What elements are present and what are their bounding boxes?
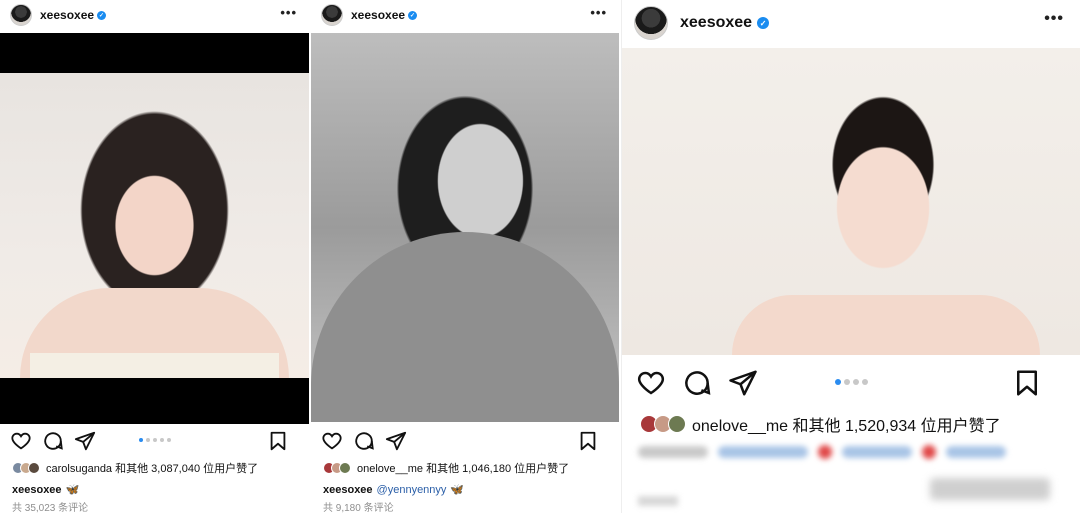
more-options-button[interactable]: ••• <box>1044 10 1064 28</box>
carousel-dot <box>166 438 171 442</box>
post-2: xeesoxee ✓ ••• onelove__me 和其他 1,046,180… <box>311 0 619 513</box>
heart-icon[interactable] <box>636 368 666 398</box>
action-bar <box>622 368 1080 398</box>
likes-row: onelove__me 和其他 1,046,180 位用户赞了 <box>311 460 619 476</box>
likes-row: carolsuganda 和其他 3,087,040 位用户赞了 <box>0 460 309 476</box>
heart-emoji <box>922 445 936 459</box>
blurred-mention <box>842 446 912 458</box>
post-1: xeesoxee ✓ ••• carolsuganda 和其他 3,087,04… <box>0 0 309 513</box>
username[interactable]: xeesoxee <box>40 8 94 22</box>
view-comments-link[interactable]: 共 35,023 条评论 <box>12 499 88 513</box>
share-icon[interactable] <box>74 430 96 452</box>
caption-username[interactable]: xeesoxee <box>323 484 373 496</box>
caption-mention[interactable]: @yennyennyy <box>377 484 447 496</box>
carousel-dot <box>145 438 150 442</box>
post-3: xeesoxee ✓ ••• onelove__me 和其他 1,520,934… <box>621 0 1080 513</box>
carousel-dot <box>152 438 157 442</box>
avatar[interactable] <box>321 4 343 26</box>
liker-avatars <box>12 462 40 474</box>
post-photo[interactable] <box>311 33 619 422</box>
comment-icon[interactable] <box>42 430 64 452</box>
photo-content <box>0 73 309 378</box>
blurred-text <box>638 446 708 458</box>
more-options-button[interactable]: ••• <box>590 5 607 20</box>
likes-count[interactable]: onelove__me 和其他 1,046,180 位用户赞了 <box>357 460 569 476</box>
liker-avatar <box>668 415 686 433</box>
likes-count[interactable]: onelove__me 和其他 1,520,934 位用户赞了 <box>692 412 1001 436</box>
butterfly-emoji: 🦋 <box>450 484 465 496</box>
heart-icon[interactable] <box>321 430 343 452</box>
post-header: xeesoxee ✓ ••• <box>622 0 1080 46</box>
butterfly-emoji: 🦋 <box>65 484 80 496</box>
carousel-dot <box>834 379 841 385</box>
view-comments-link[interactable]: 共 9,180 条评论 <box>323 499 394 513</box>
carousel-dot <box>159 438 164 442</box>
username[interactable]: xeesoxee <box>680 14 752 32</box>
caption: xeesoxee @yennyennyy 🦋 <box>323 483 465 497</box>
liker-avatar <box>28 462 40 474</box>
liker-avatar <box>339 462 351 474</box>
action-bar <box>0 430 309 452</box>
post-photo[interactable] <box>622 48 1080 355</box>
carousel-dot <box>138 438 143 442</box>
carousel-dot <box>852 379 859 385</box>
verified-icon: ✓ <box>757 17 770 29</box>
username[interactable]: xeesoxee <box>351 8 405 22</box>
avatar[interactable] <box>10 4 32 26</box>
likes-row: onelove__me 和其他 1,520,934 位用户赞了 <box>622 412 1080 436</box>
verified-icon: ✓ <box>408 10 418 20</box>
watermark <box>930 478 1050 500</box>
blurred-more <box>638 496 678 506</box>
comment-icon[interactable] <box>682 368 712 398</box>
bookmark-icon[interactable] <box>267 430 289 452</box>
caption: xeesoxee 🦋 <box>12 483 80 497</box>
photo-garment <box>30 353 279 378</box>
photo-subject <box>732 295 1040 355</box>
post-header: xeesoxee ✓ ••• <box>0 0 309 30</box>
action-bar <box>311 430 619 452</box>
caption-username[interactable]: xeesoxee <box>12 484 62 496</box>
avatar[interactable] <box>634 6 668 40</box>
bookmark-icon[interactable] <box>577 430 599 452</box>
post-header: xeesoxee ✓ ••• <box>311 0 619 30</box>
carousel-dot <box>843 379 850 385</box>
blurred-caption <box>638 444 1064 460</box>
blurred-mention <box>718 446 808 458</box>
share-icon[interactable] <box>385 430 407 452</box>
post-photo[interactable] <box>0 33 309 424</box>
heart-emoji <box>818 445 832 459</box>
carousel-dot <box>861 379 868 385</box>
liker-avatars <box>323 462 351 474</box>
photo-subject <box>311 232 619 422</box>
share-icon[interactable] <box>728 368 758 398</box>
comment-icon[interactable] <box>353 430 375 452</box>
liker-avatars <box>640 415 686 433</box>
verified-icon: ✓ <box>97 10 107 20</box>
bookmark-icon[interactable] <box>1012 368 1042 398</box>
heart-icon[interactable] <box>10 430 32 452</box>
blurred-mention <box>946 446 1006 458</box>
likes-count[interactable]: carolsuganda 和其他 3,087,040 位用户赞了 <box>46 460 258 476</box>
more-options-button[interactable]: ••• <box>280 5 297 20</box>
